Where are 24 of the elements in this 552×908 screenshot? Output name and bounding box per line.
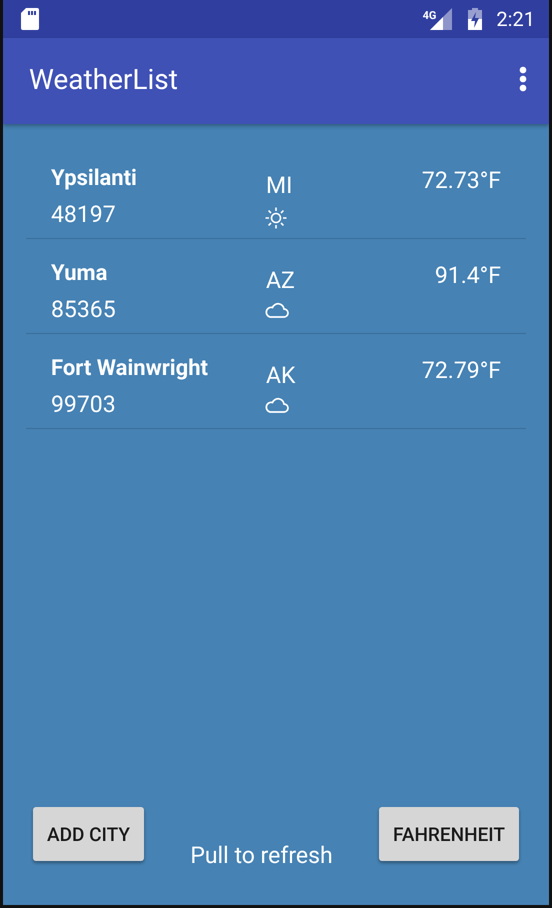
battery-charging-icon [468,8,482,30]
state-code: AK [266,362,296,389]
city-name: Fort Wainwright [51,356,209,381]
pull-to-refresh-hint: Pull to refresh [190,842,333,869]
sd-card-icon [21,8,39,30]
network-label: 4G [422,9,436,22]
state-code: AZ [266,267,295,294]
city-name: Yuma [51,261,108,286]
temperature: 91.4°F [434,261,501,291]
zip-code: 85365 [51,296,117,323]
clock-time: 2:21 [496,7,535,31]
temperature: 72.79°F [420,356,501,386]
state-code: MI [266,172,292,199]
zip-code: 99703 [51,391,117,418]
cloud-icon [265,397,289,413]
temperature: 72.73°F [420,166,501,196]
fahrenheit-button[interactable]: FAHRENHEIT [379,807,519,861]
sun-icon [265,207,287,229]
zip-code: 48197 [51,201,117,228]
cloud-icon [265,302,289,318]
more-options-icon[interactable] [519,66,527,92]
city-name: Ypsilanti [51,166,138,191]
add-city-button[interactable]: ADD CITY [33,807,144,861]
app-title: WeatherList [29,62,179,96]
